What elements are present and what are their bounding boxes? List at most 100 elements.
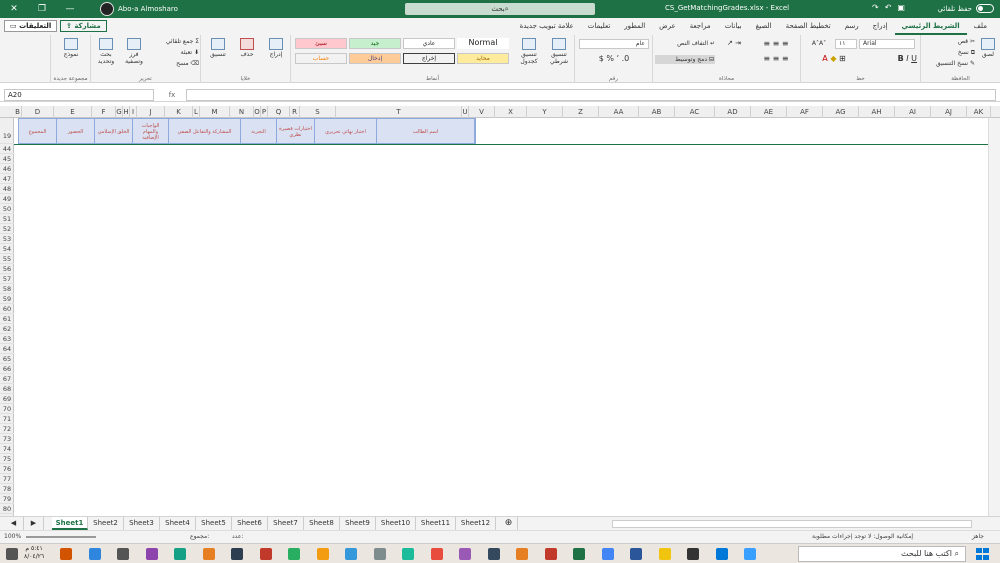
column-header-n[interactable]: N bbox=[230, 106, 254, 118]
form-button[interactable]: نموذج bbox=[55, 38, 87, 58]
row-header-46[interactable]: 46 bbox=[0, 164, 14, 174]
zoom-slider[interactable] bbox=[26, 536, 96, 538]
wrap-text-button[interactable]: التفاف النص ↵ bbox=[655, 40, 715, 47]
taskbar-app-icon[interactable] bbox=[430, 548, 443, 560]
taskbar-app-icon[interactable] bbox=[288, 548, 300, 560]
row-header-51[interactable]: 51 bbox=[0, 214, 14, 224]
taskbar-search[interactable]: اكتب هنا للبحث ⌕ bbox=[798, 546, 966, 562]
taskbar-app-icon[interactable] bbox=[345, 548, 357, 560]
row-header-72[interactable]: 72 bbox=[0, 424, 14, 434]
row-header-58[interactable]: 58 bbox=[0, 284, 14, 294]
font-size-buttons[interactable]: A˄A˅ bbox=[805, 40, 833, 47]
taskbar-app-icon[interactable] bbox=[487, 548, 500, 560]
close-window-button[interactable]: ✕ bbox=[0, 0, 28, 18]
bold-icon[interactable]: B bbox=[898, 54, 904, 63]
row-header-70[interactable]: 70 bbox=[0, 404, 14, 414]
column-header-j[interactable]: J bbox=[137, 106, 165, 118]
paste-button[interactable]: لصق bbox=[977, 38, 999, 58]
italic-icon[interactable]: I bbox=[906, 54, 908, 63]
column-header-o[interactable]: O bbox=[254, 106, 261, 118]
column-header-q[interactable]: Q bbox=[268, 106, 290, 118]
taskbar-app-icon[interactable] bbox=[687, 548, 699, 560]
row-header-76[interactable]: 76 bbox=[0, 464, 14, 474]
row-header-50[interactable]: 50 bbox=[0, 204, 14, 214]
taskbar-app-icon[interactable] bbox=[402, 548, 414, 560]
borders-icon[interactable]: ⊞ bbox=[839, 54, 846, 63]
column-header-r[interactable]: R bbox=[290, 106, 300, 118]
taskbar-app-icon[interactable] bbox=[373, 548, 386, 560]
header-cell[interactable]: الخلق الإسلامي bbox=[95, 119, 133, 145]
taskbar-app-icon[interactable] bbox=[117, 548, 129, 560]
column-header-i[interactable]: I bbox=[130, 106, 137, 118]
tab-review[interactable]: مراجعة bbox=[683, 18, 718, 35]
taskbar-app-icon[interactable] bbox=[459, 548, 471, 560]
insert-function-button[interactable]: fx bbox=[160, 89, 184, 101]
column-header-m[interactable]: M bbox=[200, 106, 230, 118]
header-cell[interactable]: اختبارات قصيرة نظري bbox=[277, 119, 315, 145]
row-header-66[interactable]: 66 bbox=[0, 364, 14, 374]
row-header-65[interactable]: 65 bbox=[0, 354, 14, 364]
copy-button[interactable]: نسخ ⧉ bbox=[927, 49, 975, 56]
font-color-icon[interactable]: A bbox=[822, 54, 827, 63]
column-header-ai[interactable]: AI bbox=[895, 106, 931, 118]
row-header-19[interactable]: 19 bbox=[0, 118, 14, 144]
sheet-tab-sheet12[interactable]: Sheet12 bbox=[456, 517, 496, 530]
conditional-formatting-button[interactable]: تنسيق شرطي bbox=[545, 38, 573, 65]
minimize-window-button[interactable]: — bbox=[56, 0, 84, 18]
row-header-45[interactable]: 45 bbox=[0, 154, 14, 164]
row-header-63[interactable]: 63 bbox=[0, 334, 14, 344]
tab-insert[interactable]: إدراج bbox=[866, 18, 895, 35]
row-header-52[interactable]: 52 bbox=[0, 224, 14, 234]
column-header-b[interactable]: B bbox=[14, 106, 22, 118]
row-header-54[interactable]: 54 bbox=[0, 244, 14, 254]
header-cell[interactable]: المشاركة والتفاعل الصفي bbox=[169, 119, 241, 145]
column-header-v[interactable]: V bbox=[469, 106, 495, 118]
taskbar-app-icon[interactable] bbox=[744, 548, 756, 560]
sheet-tab-sheet8[interactable]: Sheet8 bbox=[304, 517, 340, 530]
style-normal-ar[interactable]: عادي bbox=[403, 38, 455, 49]
taskbar-edge-icon[interactable] bbox=[715, 548, 728, 560]
tab-page-layout[interactable]: تخطيط الصفحة bbox=[779, 18, 838, 35]
autosave-toggle[interactable] bbox=[976, 4, 994, 13]
taskbar-chrome-icon[interactable] bbox=[601, 548, 614, 560]
taskbar-app-icon[interactable] bbox=[88, 548, 101, 560]
row-header-60[interactable]: 60 bbox=[0, 304, 14, 314]
tab-help[interactable]: تعليمات bbox=[581, 18, 618, 35]
style-neutral[interactable]: محايد bbox=[457, 53, 509, 64]
row-header-44[interactable]: 44 bbox=[0, 144, 14, 154]
row-header-47[interactable]: 47 bbox=[0, 174, 14, 184]
name-box[interactable]: A20 bbox=[4, 89, 154, 101]
tab-data[interactable]: بيانات bbox=[718, 18, 749, 35]
clear-button[interactable]: مسح ⌫ bbox=[147, 60, 199, 67]
column-header-t[interactable]: T bbox=[336, 106, 462, 118]
taskbar-app-icon[interactable] bbox=[316, 548, 329, 560]
column-header-p[interactable]: P bbox=[261, 106, 268, 118]
row-header-49[interactable]: 49 bbox=[0, 194, 14, 204]
column-header-af[interactable]: AF bbox=[787, 106, 823, 118]
header-cell[interactable]: اسم الطالب bbox=[377, 119, 475, 145]
start-button[interactable] bbox=[972, 547, 994, 561]
tab-file[interactable]: ملف bbox=[967, 18, 994, 35]
fill-button[interactable]: تعبئة ⬇ bbox=[147, 49, 199, 56]
row-header-77[interactable]: 77 bbox=[0, 474, 14, 484]
delete-cells-button[interactable]: حذف bbox=[234, 38, 260, 58]
style-output[interactable]: إخراج bbox=[403, 53, 455, 64]
number-format-buttons[interactable]: $ % ٬ .0 bbox=[579, 55, 649, 63]
column-header-h[interactable]: H bbox=[123, 106, 130, 118]
row-header-62[interactable]: 62 bbox=[0, 324, 14, 334]
row-header-71[interactable]: 71 bbox=[0, 414, 14, 424]
notifications-icon[interactable] bbox=[6, 548, 18, 560]
row-header-73[interactable]: 73 bbox=[0, 434, 14, 444]
underline-icon[interactable]: U bbox=[911, 54, 917, 63]
row-header-53[interactable]: 53 bbox=[0, 234, 14, 244]
row-header-64[interactable]: 64 bbox=[0, 344, 14, 354]
row-header-56[interactable]: 56 bbox=[0, 264, 14, 274]
clock[interactable]: ٥:٤١ م ٨/٠٤/٢٦ bbox=[24, 545, 44, 561]
column-header-y[interactable]: Y bbox=[527, 106, 563, 118]
header-cell[interactable]: المجموع bbox=[19, 119, 57, 145]
column-header-d[interactable]: D bbox=[22, 106, 54, 118]
column-header-ac[interactable]: AC bbox=[675, 106, 715, 118]
sheet-tab-sheet11[interactable]: Sheet11 bbox=[416, 517, 456, 530]
row-header-67[interactable]: 67 bbox=[0, 374, 14, 384]
tab-draw[interactable]: رسم bbox=[838, 18, 866, 35]
